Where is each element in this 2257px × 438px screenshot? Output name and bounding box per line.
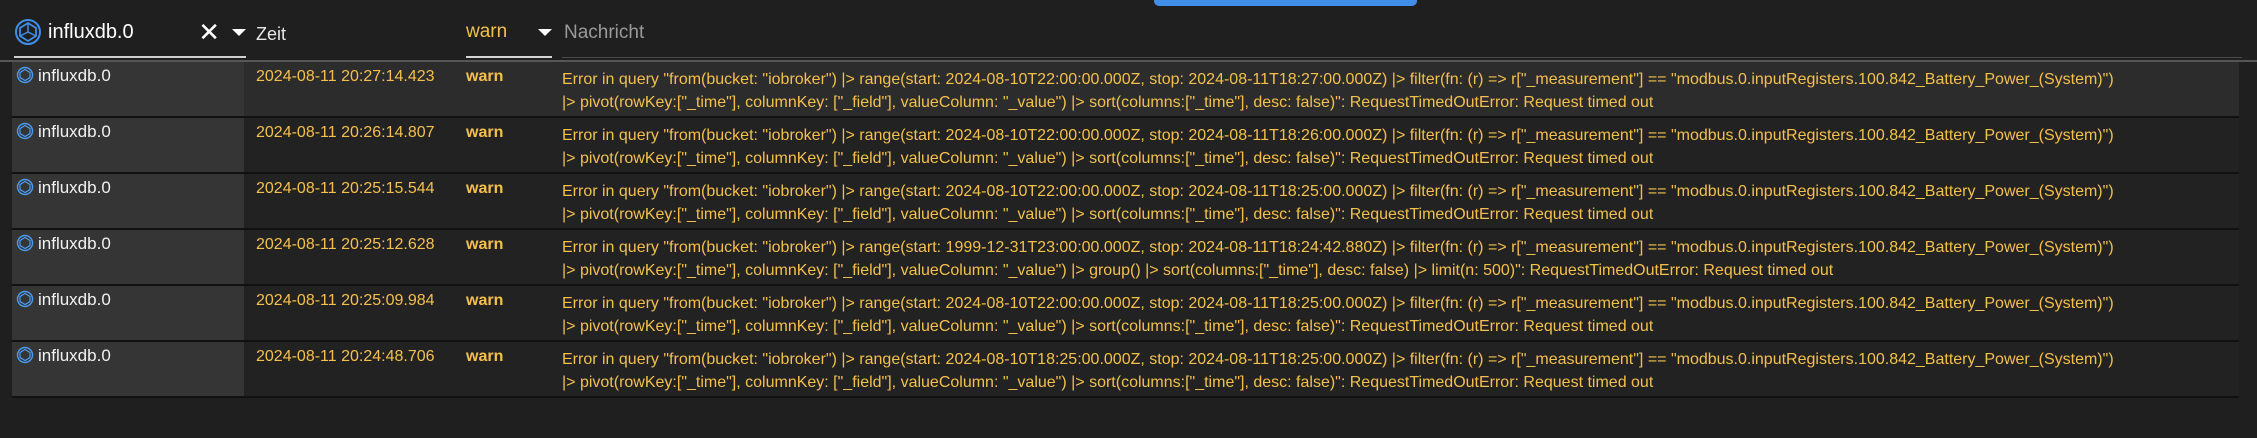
source-filter-value: influxdb.0 <box>48 20 134 43</box>
log-message-line: Error in query "from(bucket: "iobroker")… <box>562 127 2114 144</box>
message-filter-input[interactable] <box>562 20 2242 45</box>
log-level: warn <box>466 68 504 85</box>
log-level: warn <box>466 292 504 309</box>
log-message-line: Error in query "from(bucket: "iobroker")… <box>562 351 2114 368</box>
instance-icon <box>16 346 34 364</box>
log-source: influxdb.0 <box>38 122 111 141</box>
instance-icon <box>16 66 34 84</box>
log-time: 2024-08-11 20:24:48.706 <box>256 348 435 365</box>
chevron-down-icon[interactable] <box>232 28 246 36</box>
level-filter-select[interactable]: warn <box>466 8 552 58</box>
log-message-line: |> pivot(rowKey:["_time"], columnKey: ["… <box>562 318 1654 335</box>
time-column-header: Zeit <box>256 23 287 44</box>
log-level: warn <box>466 180 504 197</box>
log-source: influxdb.0 <box>38 66 111 85</box>
log-message: Error in query "from(bucket: "iobroker")… <box>562 348 2240 394</box>
log-source-cell: influxdb.0 <box>12 286 244 340</box>
log-message-line: |> pivot(rowKey:["_time"], columnKey: ["… <box>562 206 1654 223</box>
instance-icon <box>16 234 34 252</box>
log-message: Error in query "from(bucket: "iobroker")… <box>562 180 2240 226</box>
log-source-cell: influxdb.0 <box>12 174 244 228</box>
log-message: Error in query "from(bucket: "iobroker")… <box>562 292 2240 338</box>
log-level: warn <box>466 348 504 365</box>
log-time: 2024-08-11 20:25:12.628 <box>256 236 435 253</box>
log-message-line: Error in query "from(bucket: "iobroker")… <box>562 183 2114 200</box>
log-time: 2024-08-11 20:25:15.544 <box>256 180 435 197</box>
log-message-line: Error in query "from(bucket: "iobroker")… <box>562 295 2114 312</box>
instance-icon <box>16 290 34 308</box>
source-filter-select[interactable]: influxdb.0 ✕ <box>14 8 246 58</box>
log-filter-header: influxdb.0 ✕ Zeit warn <box>0 8 2257 62</box>
log-level: warn <box>466 124 504 141</box>
log-message-line: |> pivot(rowKey:["_time"], columnKey: ["… <box>562 94 1654 111</box>
log-row[interactable]: influxdb.0 2024-08-11 20:25:12.628 warn … <box>12 230 2239 286</box>
instance-icon <box>15 19 41 45</box>
message-filter[interactable] <box>562 8 2242 58</box>
top-accent-bar[interactable] <box>1154 0 1417 6</box>
instance-icon <box>16 178 34 196</box>
log-message-line: Error in query "from(bucket: "iobroker")… <box>562 239 2114 256</box>
level-filter-value: warn <box>466 21 508 42</box>
log-row[interactable]: influxdb.0 2024-08-11 20:27:14.423 warn … <box>12 62 2239 118</box>
log-source-cell: influxdb.0 <box>12 62 244 116</box>
log-row[interactable]: influxdb.0 2024-08-11 20:24:48.706 warn … <box>12 342 2239 398</box>
log-message-line: |> pivot(rowKey:["_time"], columnKey: ["… <box>562 262 1834 279</box>
clear-icon[interactable]: ✕ <box>198 19 220 45</box>
log-source: influxdb.0 <box>38 178 111 197</box>
log-source-cell: influxdb.0 <box>12 342 244 396</box>
log-message: Error in query "from(bucket: "iobroker")… <box>562 236 2240 282</box>
log-message-line: |> pivot(rowKey:["_time"], columnKey: ["… <box>562 150 1654 167</box>
log-row[interactable]: influxdb.0 2024-08-11 20:26:14.807 warn … <box>12 118 2239 174</box>
log-table: influxdb.0 2024-08-11 20:27:14.423 warn … <box>12 62 2239 398</box>
log-message: Error in query "from(bucket: "iobroker")… <box>562 124 2240 170</box>
log-row[interactable]: influxdb.0 2024-08-11 20:25:09.984 warn … <box>12 286 2239 342</box>
log-row[interactable]: influxdb.0 2024-08-11 20:25:15.544 warn … <box>12 174 2239 230</box>
log-source-cell: influxdb.0 <box>12 230 244 284</box>
log-time: 2024-08-11 20:25:09.984 <box>256 292 435 309</box>
log-level: warn <box>466 236 504 253</box>
log-source: influxdb.0 <box>38 290 111 309</box>
log-message: Error in query "from(bucket: "iobroker")… <box>562 68 2240 114</box>
chevron-down-icon[interactable] <box>538 28 552 36</box>
log-message-line: |> pivot(rowKey:["_time"], columnKey: ["… <box>562 374 1654 391</box>
log-time: 2024-08-11 20:27:14.423 <box>256 68 435 85</box>
log-source: influxdb.0 <box>38 234 111 253</box>
log-message-line: Error in query "from(bucket: "iobroker")… <box>562 71 2114 88</box>
log-source: influxdb.0 <box>38 346 111 365</box>
log-time: 2024-08-11 20:26:14.807 <box>256 124 435 141</box>
instance-icon <box>16 122 34 140</box>
log-source-cell: influxdb.0 <box>12 118 244 172</box>
log-viewer: influxdb.0 ✕ Zeit warn influxdb.0 2024-0… <box>0 0 2257 438</box>
